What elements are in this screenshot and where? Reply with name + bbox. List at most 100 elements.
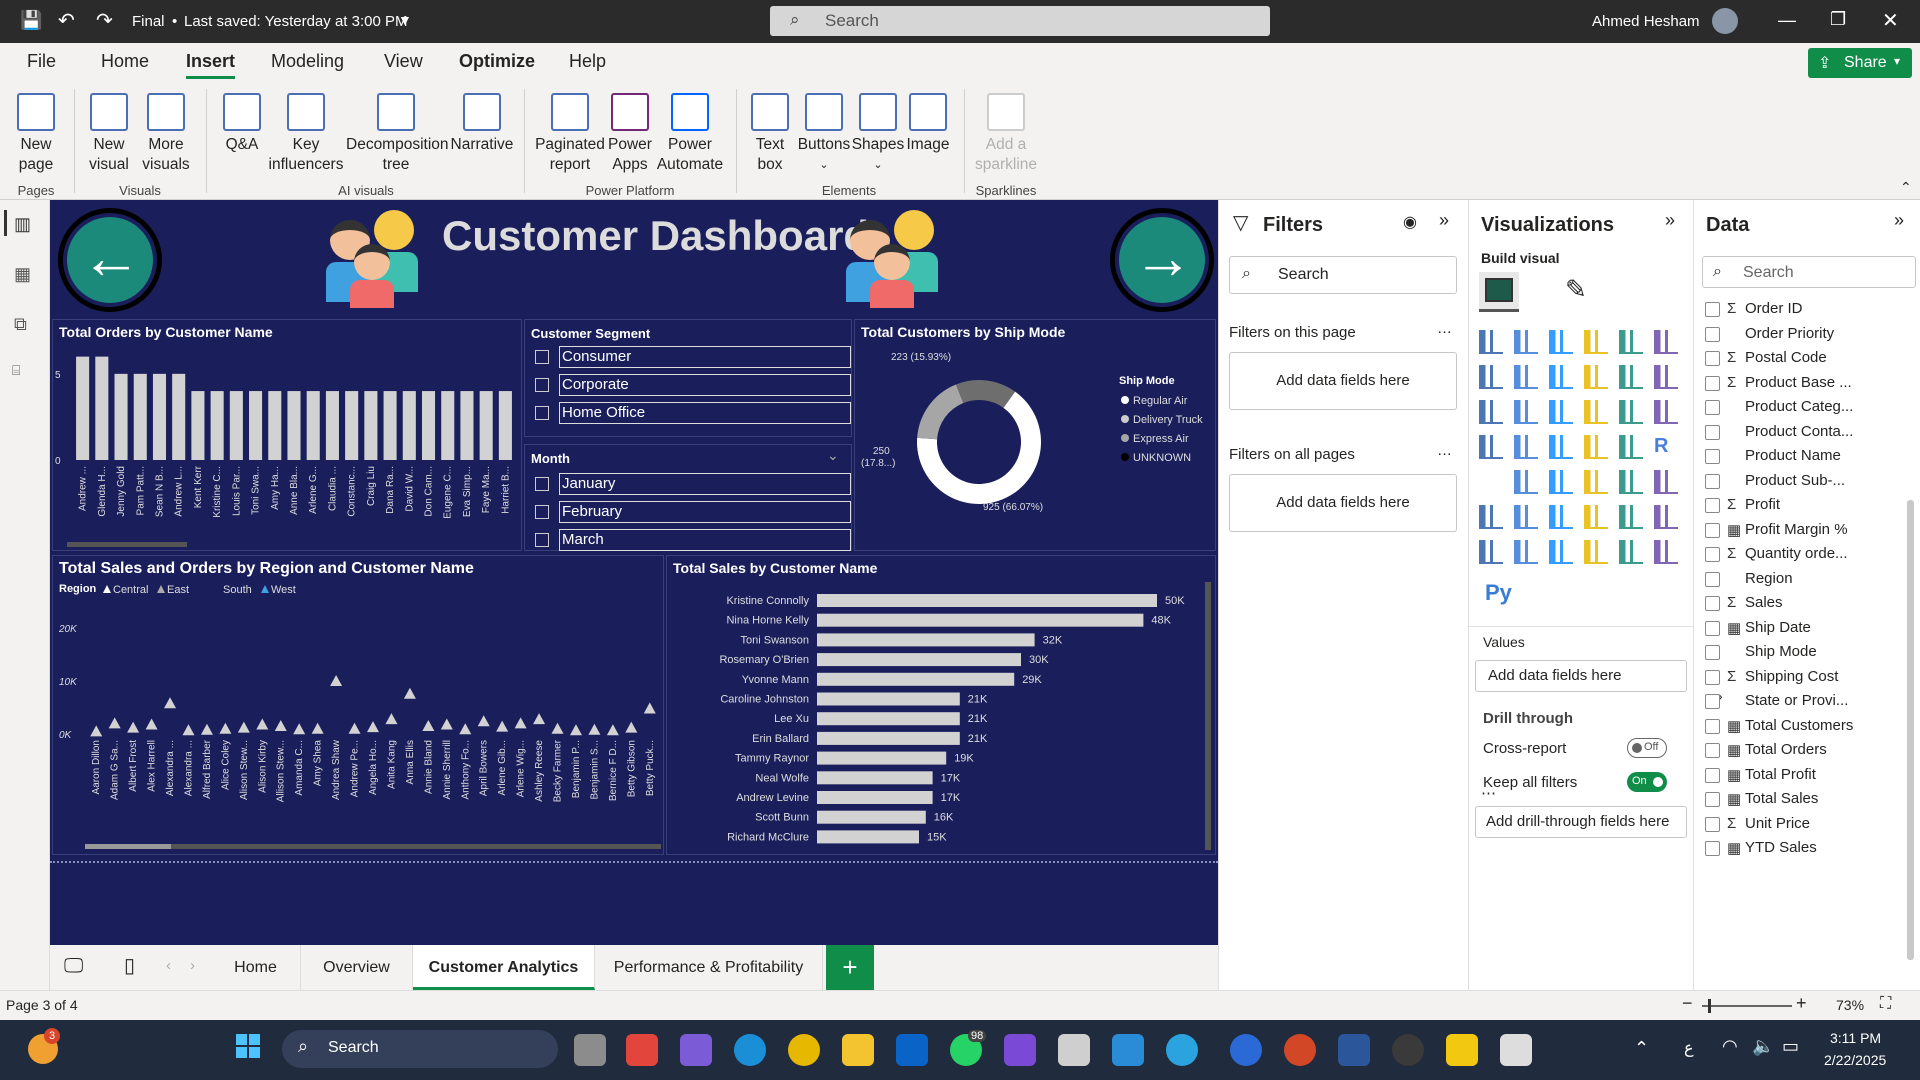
edge-icon[interactable] (734, 1034, 766, 1066)
checkbox[interactable] (1705, 473, 1720, 489)
data-field[interactable]: Σ Quantity orde... (1705, 545, 1910, 565)
shipmode-chart[interactable]: Total Customers by Ship Mode 925 (66.07%… (854, 319, 1216, 551)
visual-type-icon[interactable] (1584, 470, 1608, 494)
checkbox[interactable] (1705, 449, 1720, 464)
visual-type-icon[interactable] (1479, 505, 1503, 529)
visual-type-icon[interactable] (1654, 400, 1678, 424)
checkbox[interactable] (1705, 645, 1720, 660)
visual-type-icon[interactable] (1654, 505, 1678, 529)
checkbox[interactable] (1705, 351, 1720, 366)
data-field[interactable]: Order Priority (1705, 325, 1910, 345)
shapes-button[interactable]: Shapes ⌄ (850, 93, 906, 175)
visual-type-icon[interactable] (1549, 470, 1573, 494)
add-drillthrough-well[interactable]: Add drill-through fields here (1475, 806, 1687, 838)
buttons-button[interactable]: Buttons ⌄ (794, 93, 854, 175)
checkbox[interactable] (535, 378, 549, 392)
visual-type-icon[interactable] (1619, 505, 1643, 529)
telegram-icon[interactable] (1166, 1034, 1198, 1066)
zoom-out-icon[interactable]: − (1682, 993, 1693, 1014)
user-name[interactable]: Ahmed Hesham (1592, 13, 1700, 30)
visual-type-icon[interactable] (1514, 365, 1538, 389)
slicer-item-january[interactable]: January (535, 473, 853, 495)
app-icon[interactable] (1230, 1034, 1262, 1066)
data-field[interactable]: ▦ Total Sales (1705, 790, 1910, 810)
language-indicator[interactable]: ع (1684, 1038, 1694, 1058)
share-button[interactable]: ⇪ Share ▾ (1808, 48, 1912, 78)
zoom-slider-thumb[interactable] (1708, 999, 1711, 1013)
outlook-icon[interactable] (896, 1034, 928, 1066)
visual-type-icon[interactable] (1654, 365, 1678, 389)
more-visuals-button[interactable]: More visuals (140, 93, 192, 175)
data-field[interactable]: Σ Unit Price (1705, 815, 1910, 835)
checkbox[interactable] (1705, 841, 1720, 856)
report-view-icon[interactable]: ▥ (14, 214, 31, 235)
collapse-ribbon-icon[interactable]: ⌃ (1900, 179, 1912, 196)
data-field[interactable]: Product Categ... (1705, 398, 1910, 418)
page-tab-customer-analytics[interactable]: Customer Analytics (413, 945, 595, 990)
visual-type-icon[interactable] (1479, 435, 1503, 459)
tab-insert[interactable]: Insert (186, 51, 236, 79)
forward-arrow-button[interactable]: → (1110, 208, 1214, 312)
checkbox[interactable] (1705, 718, 1720, 734)
visual-type-icon[interactable] (1514, 330, 1538, 354)
add-page-filter-well[interactable]: Add data fields here (1229, 352, 1457, 410)
data-field[interactable]: ▦ Total Orders (1705, 741, 1910, 761)
image-button[interactable]: Image (904, 93, 952, 155)
checkbox[interactable] (1705, 694, 1720, 709)
visual-type-icon[interactable] (1549, 365, 1573, 389)
wifi-icon[interactable]: ◠ (1722, 1036, 1738, 1057)
checkbox[interactable] (1705, 522, 1720, 538)
checkbox[interactable] (535, 406, 549, 420)
visual-type-icon[interactable] (1654, 540, 1678, 564)
region-chart[interactable]: Total Sales and Orders by Region and Cus… (52, 555, 664, 855)
snipping-tool-icon[interactable] (1500, 1034, 1532, 1066)
page-tab-home[interactable]: Home (211, 945, 301, 990)
visual-type-icon[interactable] (1479, 400, 1503, 424)
data-field[interactable]: Ship Mode (1705, 643, 1910, 663)
store-icon[interactable] (626, 1034, 658, 1066)
vscode-icon[interactable] (1112, 1034, 1144, 1066)
file-explorer-icon[interactable] (574, 1034, 606, 1066)
build-visual-tab[interactable] (1479, 272, 1519, 312)
key-influencers-button[interactable]: Key influencers (266, 93, 346, 175)
add-all-pages-filter-well[interactable]: Add data fields here (1229, 474, 1457, 532)
collapse-icon[interactable]: » (1665, 210, 1675, 231)
powerpoint-icon[interactable] (1284, 1034, 1316, 1066)
data-field[interactable]: Σ Postal Code (1705, 349, 1910, 369)
clock-time[interactable]: 3:11 PM (1830, 1030, 1881, 1046)
month-slicer[interactable]: Month ⌄ January February March (524, 444, 852, 551)
collapse-icon[interactable]: » (1894, 210, 1904, 231)
checkbox[interactable] (1705, 571, 1720, 587)
data-field[interactable]: Σ Sales (1705, 594, 1910, 614)
slicer-item-march[interactable]: March (535, 529, 853, 551)
checkbox[interactable] (1705, 792, 1720, 807)
visual-type-icon[interactable] (1654, 470, 1678, 494)
tab-modeling[interactable]: Modeling (271, 51, 344, 72)
tab-file[interactable]: File (27, 51, 56, 72)
checkbox[interactable] (1705, 547, 1720, 562)
table-view-icon[interactable]: ▦ (14, 264, 31, 285)
folder-icon[interactable] (842, 1034, 874, 1066)
checkbox[interactable] (1705, 326, 1720, 342)
qa-button[interactable]: Q&A (216, 93, 268, 155)
copilot-icon[interactable] (680, 1034, 712, 1066)
data-search-input[interactable]: ⌕ Search (1702, 256, 1916, 288)
visual-type-icon[interactable] (1479, 470, 1503, 494)
r-visual-icon[interactable]: R (1654, 435, 1678, 459)
checkbox[interactable] (1705, 375, 1720, 391)
eye-icon[interactable]: ◉ (1403, 212, 1417, 232)
chatgpt-icon[interactable] (1392, 1034, 1424, 1066)
visual-type-icon[interactable] (1514, 540, 1538, 564)
page-tab-overview[interactable]: Overview (301, 945, 413, 990)
checkbox[interactable] (535, 477, 549, 491)
data-field[interactable]: Σ Shipping Cost (1705, 668, 1910, 688)
taskbar-search[interactable]: ⌕ Search (282, 1030, 558, 1068)
slicer-item-corporate[interactable]: Corporate (535, 374, 853, 396)
tab-home[interactable]: Home (101, 51, 149, 72)
collapse-icon[interactable]: » (1439, 210, 1449, 231)
data-field[interactable]: State or Provi... (1705, 692, 1910, 712)
checkbox[interactable] (1705, 596, 1720, 611)
data-field[interactable]: ▦ Total Customers (1705, 717, 1910, 737)
fit-page-icon[interactable]: ⛶ (1880, 995, 1891, 1013)
checkbox[interactable] (1705, 669, 1720, 685)
